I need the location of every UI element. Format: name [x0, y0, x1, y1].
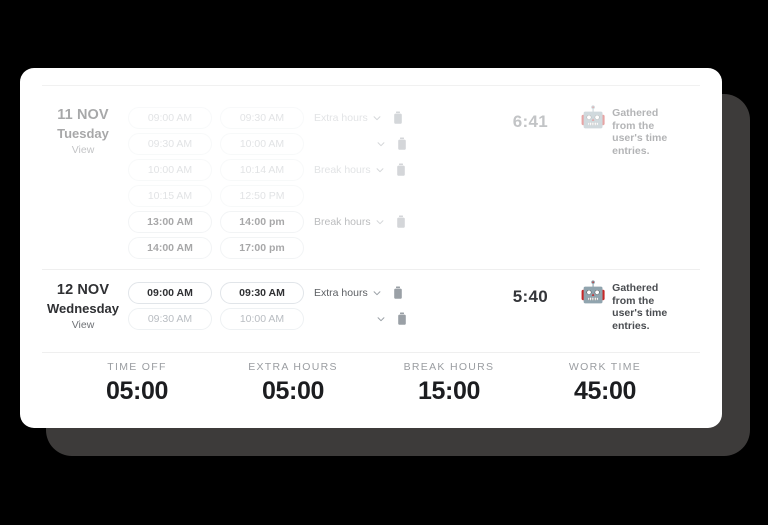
summary-label: EXTRA HOURS	[248, 361, 338, 373]
time-entry-row: 10:00 AM 10:14 AM Break hours	[128, 157, 428, 183]
trash-icon[interactable]	[396, 312, 408, 326]
day-date-cell: 11 NOV Tuesday View	[20, 103, 128, 158]
day-total-hours: 5:40	[512, 287, 548, 306]
chevron-down-icon[interactable]	[376, 314, 386, 324]
trash-icon[interactable]	[396, 137, 408, 151]
entry-end-time-input[interactable]: 14:00 pm	[220, 211, 304, 233]
day-weekday: Tuesday	[57, 126, 109, 141]
day-row: 11 NOV Tuesday View 09:00 AM 09:30 AM Extra h…	[20, 103, 722, 269]
timesheet-card: 11 NOV Tuesday View 09:00 AM 09:30 AM Extra h…	[20, 68, 722, 428]
day-date: 11 NOV	[57, 107, 109, 123]
time-entry-row: 14:00 AM 17:00 pm	[128, 235, 428, 261]
robot-face-icon: 🤖	[580, 106, 607, 129]
time-entry-row: 09:00 AM 09:30 AM Extra hours	[128, 105, 428, 131]
summary-item: TIME OFF 05:00	[77, 360, 197, 406]
chevron-down-icon[interactable]	[372, 113, 382, 123]
day-total-hours: 6:41	[512, 112, 548, 131]
card-top-divider	[42, 85, 700, 86]
summary-label: WORK TIME	[568, 361, 642, 373]
entry-end-time-input[interactable]: 12:50 PM	[220, 185, 304, 207]
summary-bar: TIME OFF 05:00 EXTRA HOURS 05:00 BREAK HOURS…	[20, 360, 722, 406]
summary-label: TIME OFF	[107, 361, 167, 373]
summary-item: WORK TIME 45:00	[545, 360, 665, 406]
day-date-cell: 12 NOV Wednesday View	[20, 278, 128, 333]
summary-value: 05:00	[262, 377, 324, 405]
entry-end-time-input[interactable]: 09:30 AM	[220, 107, 304, 129]
entry-end-time-input[interactable]: 09:30 AM	[220, 282, 304, 304]
row-divider-2	[42, 352, 700, 353]
day-source-note-text: Gathered from the user's time entries.	[612, 282, 668, 332]
entry-end-time-input[interactable]: 10:00 AM	[220, 308, 304, 330]
time-entry-row: 10:15 AM 12:50 PM	[128, 183, 428, 209]
entry-end-time-input[interactable]: 17:00 pm	[220, 237, 304, 259]
day-weekday: Wednesday	[46, 301, 119, 316]
row-divider-1	[42, 269, 700, 270]
summary-value: 15:00	[418, 377, 480, 405]
entry-start-time-input[interactable]: 09:30 AM	[128, 308, 212, 330]
time-entry-row: 09:30 AM 10:00 AM	[128, 131, 428, 157]
entry-start-time-input[interactable]: 09:00 AM	[128, 107, 212, 129]
trash-icon[interactable]	[392, 286, 404, 300]
summary-value: 45:00	[574, 377, 636, 405]
entry-category-label[interactable]: Extra hours	[314, 112, 368, 124]
time-entry-row: 09:00 AM 09:30 AM Extra hours	[128, 280, 428, 306]
entry-category-label[interactable]: Extra hours	[314, 287, 368, 299]
entry-start-time-input[interactable]: 10:00 AM	[128, 159, 212, 181]
entry-start-time-input[interactable]: 09:00 AM	[128, 282, 212, 304]
chevron-down-icon[interactable]	[375, 217, 385, 227]
day-entries-list: 09:00 AM 09:30 AM Extra hours 09:30 AM 10:00…	[128, 103, 428, 261]
day-source-note: 🤖 Gathered from the user's time entries.	[548, 103, 674, 157]
entry-start-time-input[interactable]: 10:15 AM	[128, 185, 212, 207]
summary-label: BREAK HOURS	[403, 361, 495, 373]
time-entry-row: 13:00 AM 14:00 pm Break hours	[128, 209, 428, 235]
entry-category-label[interactable]: Break hours	[314, 216, 371, 228]
entry-end-time-input[interactable]: 10:14 AM	[220, 159, 304, 181]
entry-category-label[interactable]: Break hours	[314, 164, 371, 176]
summary-item: EXTRA HOURS 05:00	[233, 360, 353, 406]
time-entry-row: 09:30 AM 10:00 AM	[128, 306, 428, 332]
trash-icon[interactable]	[395, 163, 407, 177]
summary-item: BREAK HOURS 15:00	[389, 360, 509, 406]
day-view-link[interactable]: View	[38, 318, 128, 333]
trash-icon[interactable]	[395, 215, 407, 229]
summary-value: 05:00	[106, 377, 168, 405]
robot-face-icon: 🤖	[580, 281, 607, 304]
entry-end-time-input[interactable]: 10:00 AM	[220, 133, 304, 155]
entry-start-time-input[interactable]: 14:00 AM	[128, 237, 212, 259]
chevron-down-icon[interactable]	[376, 139, 386, 149]
day-row: 12 NOV Wednesday View 09:00 AM 09:30 AM Extra…	[20, 278, 722, 348]
day-entries-list: 09:00 AM 09:30 AM Extra hours 09:30 AM 10:00…	[128, 278, 428, 332]
chevron-down-icon[interactable]	[375, 165, 385, 175]
day-view-link[interactable]: View	[38, 143, 128, 158]
trash-icon[interactable]	[392, 111, 404, 125]
chevron-down-icon[interactable]	[372, 288, 382, 298]
screen-root: 11 NOV Tuesday View 09:00 AM 09:30 AM Extra h…	[0, 0, 768, 525]
day-source-note-text: Gathered from the user's time entries.	[612, 107, 668, 157]
day-source-note: 🤖 Gathered from the user's time entries.	[548, 278, 674, 332]
entry-start-time-input[interactable]: 09:30 AM	[128, 133, 212, 155]
entry-start-time-input[interactable]: 13:00 AM	[128, 211, 212, 233]
day-date: 12 NOV	[56, 282, 110, 298]
